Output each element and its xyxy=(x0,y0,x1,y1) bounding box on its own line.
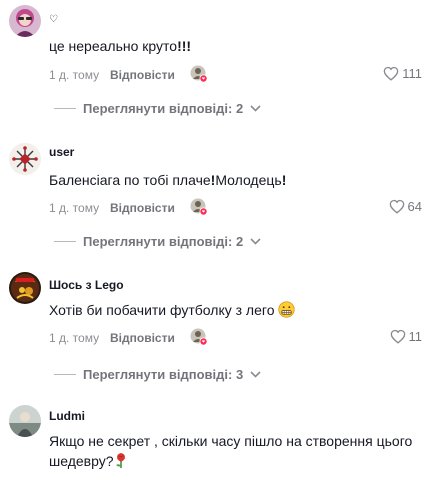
like-count: 64 xyxy=(407,199,422,214)
comment-timestamp: 1 д. тому xyxy=(49,331,100,345)
reply-button[interactable]: Відповісти xyxy=(110,331,175,345)
avatar[interactable] xyxy=(9,143,41,175)
comment-text: Баленсіага по тобі плаче!Молодець! xyxy=(49,170,419,190)
comment-text-body: Хотів би побачити футболку з лего xyxy=(49,302,275,318)
comment-text-body: це нереально круто xyxy=(49,38,178,54)
like-count: 111 xyxy=(402,66,422,81)
comment-meta: 1 д. тому Відповісти 111 xyxy=(49,65,428,85)
chevron-down-icon xyxy=(250,370,261,378)
comment-text: це нереально круто!!! xyxy=(49,36,419,56)
grimacing-face-emoji-icon xyxy=(278,301,295,318)
chevron-down-icon xyxy=(250,237,261,245)
view-replies-button[interactable]: Переглянути відповіді: 3 xyxy=(54,365,261,383)
rose-emoji-icon xyxy=(115,452,125,469)
view-replies-label: Переглянути відповіді: 2 xyxy=(83,233,244,249)
divider xyxy=(54,107,76,109)
comment-username[interactable]: ♡ xyxy=(49,14,58,25)
comment-timestamp: 1 д. тому xyxy=(49,68,100,82)
comment-meta: 1 д. тому Відповісти 11 xyxy=(49,328,428,348)
comment-text-body: Молодець xyxy=(215,172,282,188)
comment-text-body: Баленсіага по тобі плаче xyxy=(49,172,211,188)
comment-username[interactable]: user xyxy=(49,145,74,159)
chevron-down-icon xyxy=(250,104,261,112)
view-replies-label: Переглянути відповіді: 2 xyxy=(83,100,244,116)
heart-outline-icon xyxy=(383,66,399,81)
comment-username[interactable]: Ludmi xyxy=(49,409,85,423)
comment-text-body: Якщо не секрет , скільки часу пішло на с… xyxy=(49,433,413,469)
creator-liked-avatar-icon xyxy=(190,328,208,346)
avatar[interactable] xyxy=(9,272,41,304)
divider xyxy=(54,373,76,375)
comment-text-emphasis: !!! xyxy=(177,38,192,54)
like-count: 11 xyxy=(408,329,423,344)
like-button[interactable]: 111 xyxy=(383,66,422,81)
like-button[interactable]: 64 xyxy=(389,199,422,214)
comment-text-emphasis: ! xyxy=(281,172,287,188)
comment-text: Якщо не секрет , скільки часу пішло на с… xyxy=(49,431,419,471)
divider xyxy=(54,240,76,242)
view-replies-label: Переглянути відповіді: 3 xyxy=(83,366,244,382)
comment-text: Хотів би побачити футболку з лего xyxy=(49,300,419,320)
creator-liked-avatar-icon xyxy=(190,65,208,83)
comment-meta: 1 д. тому Відповісти 64 xyxy=(49,198,428,218)
reply-button[interactable]: Відповісти xyxy=(110,68,175,82)
view-replies-button[interactable]: Переглянути відповіді: 2 xyxy=(54,232,261,250)
creator-liked-avatar-icon xyxy=(190,198,208,216)
heart-outline-icon xyxy=(390,329,405,344)
comment-username[interactable]: Шось з Lego xyxy=(49,278,124,292)
like-button[interactable]: 11 xyxy=(390,329,423,344)
avatar[interactable] xyxy=(9,405,41,437)
reply-button[interactable]: Відповісти xyxy=(110,201,175,215)
view-replies-button[interactable]: Переглянути відповіді: 2 xyxy=(54,99,261,117)
avatar[interactable] xyxy=(9,5,41,37)
heart-outline-icon xyxy=(389,199,404,214)
comment-timestamp: 1 д. тому xyxy=(49,201,100,215)
